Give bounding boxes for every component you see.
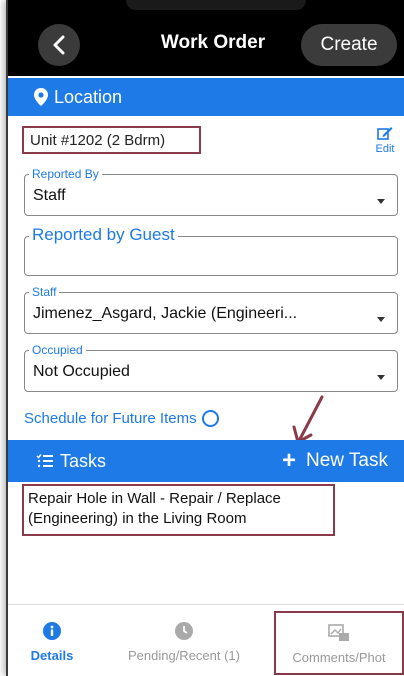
tab-pending-recent[interactable]: Pending/Recent (1): [114, 605, 254, 676]
reported-by-guest-field[interactable]: Reported by Guest: [24, 225, 398, 276]
edit-icon: [377, 127, 393, 140]
tab-comments-photos[interactable]: Comments/Phot: [274, 611, 404, 675]
location-section-header: Location: [8, 78, 404, 116]
list-icon: [36, 454, 53, 468]
reported-by-select[interactable]: Reported By Staff: [24, 167, 398, 216]
plus-icon: +: [281, 447, 296, 474]
new-task-label: New Task: [305, 450, 388, 471]
app-screen: Work Order Create Location Unit #1202 (2…: [6, 0, 404, 676]
tasks-label: Tasks: [60, 450, 107, 471]
info-icon: [43, 621, 61, 640]
reported-by-guest-label: Reported by Guest: [29, 225, 178, 245]
occupied-label: Occupied: [29, 343, 86, 357]
tasks-section-header: Tasks + New Task: [8, 440, 404, 482]
device-notch: [126, 0, 306, 10]
task-list-item[interactable]: Repair Hole in Wall - Repair / Replace (…: [22, 484, 335, 536]
new-task-button[interactable]: + New Task: [282, 440, 388, 482]
staff-select[interactable]: Staff Jimenez_Asgard, Jackie (Engineeri.…: [24, 285, 398, 334]
chevron-down-icon: [377, 199, 385, 204]
page-title: Work Order: [160, 32, 266, 53]
header-bar: Work Order Create: [8, 0, 404, 76]
location-label: Location: [54, 86, 123, 107]
staff-value: Jimenez_Asgard, Jackie (Engineeri...: [33, 305, 298, 322]
chevron-down-icon: [377, 375, 385, 380]
unit-value[interactable]: Unit #1202 (2 Bdrm): [22, 126, 201, 154]
chevron-left-icon: [53, 35, 65, 55]
radio-icon[interactable]: [201, 410, 219, 427]
chevron-down-icon: [377, 317, 385, 322]
map-pin-icon: [34, 88, 48, 106]
tab-pending-label: Pending/Recent (1): [127, 647, 240, 663]
schedule-future-toggle[interactable]: Schedule for Future Items: [24, 410, 219, 427]
schedule-label: Schedule for Future Items: [24, 410, 197, 427]
reported-by-value: Staff: [33, 187, 66, 204]
edit-location-button[interactable]: Edit: [372, 126, 398, 155]
clock-icon: [175, 621, 193, 640]
occupied-select[interactable]: Occupied Not Occupied: [24, 343, 398, 392]
tab-details-label: Details: [30, 647, 74, 663]
occupied-value: Not Occupied: [33, 363, 130, 380]
tab-details[interactable]: Details: [22, 605, 82, 676]
reported-by-label: Reported By: [29, 167, 102, 181]
back-button[interactable]: [38, 24, 80, 66]
staff-label: Staff: [29, 285, 60, 299]
photos-icon: [328, 623, 349, 641]
create-button[interactable]: Create: [301, 24, 397, 66]
tab-comments-label: Comments/Phot: [292, 649, 386, 665]
bottom-tab-bar: Details Pending/Recent (1) Comments/Phot: [8, 604, 404, 676]
edit-label: Edit: [375, 143, 395, 155]
